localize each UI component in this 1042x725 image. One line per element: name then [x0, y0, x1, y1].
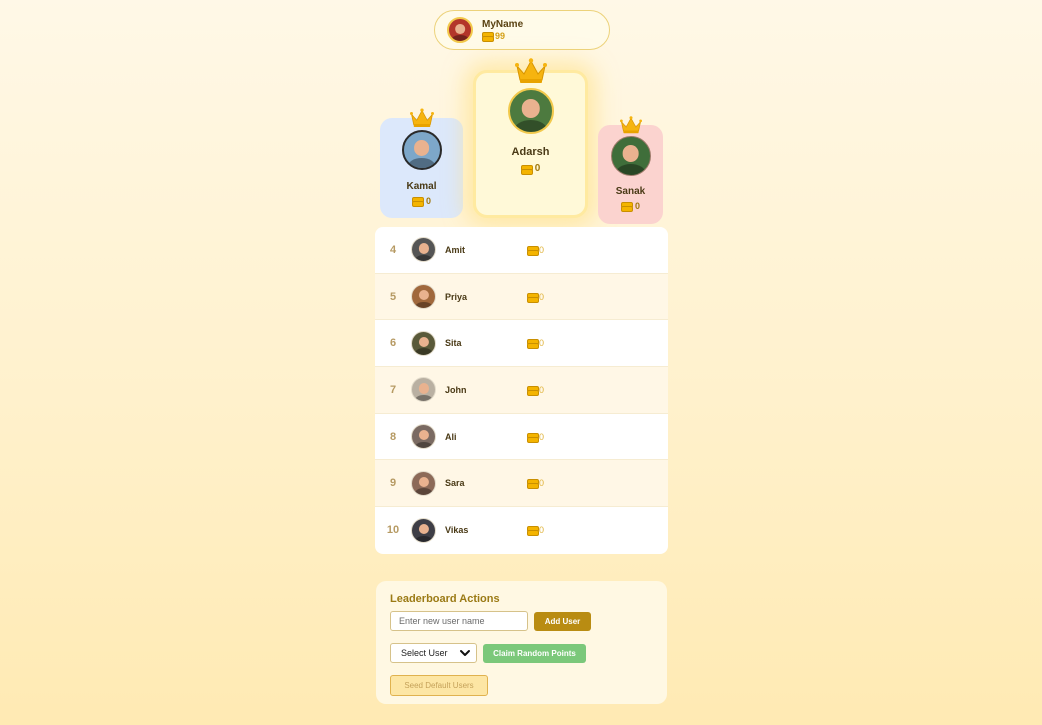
list-item: 8 Ali 0	[375, 414, 668, 461]
coin-stack-icon	[527, 432, 539, 443]
user-name: John	[445, 384, 467, 395]
leaderboard-actions-panel: Leaderboard Actions Add User Select User…	[376, 581, 667, 704]
user-points-value: 0	[539, 525, 545, 536]
select-user-dropdown[interactable]: Select User	[390, 643, 477, 663]
seed-default-users-button[interactable]: Seed Default Users	[390, 675, 488, 696]
user-points-value: 0	[539, 291, 545, 302]
user-avatar	[411, 330, 436, 356]
coin-stack-icon	[527, 292, 539, 303]
rank-number: 5	[389, 290, 397, 303]
coin-stack-icon	[482, 32, 494, 42]
user-avatar	[411, 237, 436, 263]
rank-number: 8	[389, 430, 397, 443]
podium-first-place: Adarsh 0	[473, 70, 588, 218]
coin-stack-icon	[527, 526, 539, 537]
podium-third-points-value: 0	[634, 201, 640, 211]
podium-third-name: Sanak	[615, 186, 646, 197]
user-points: 0	[527, 244, 545, 256]
rank-number: 6	[389, 337, 397, 350]
rank-number: 4	[389, 243, 397, 256]
user-points-value: 0	[539, 431, 545, 442]
crown-icon	[515, 58, 547, 84]
podium-second-points: 0	[380, 196, 463, 207]
new-user-input[interactable]	[390, 611, 528, 631]
podium-first-points-value: 0	[534, 163, 541, 174]
user-avatar	[411, 284, 436, 310]
crown-icon	[410, 108, 434, 128]
profile-pill[interactable]: MyName 99	[434, 10, 610, 50]
user-points-value: 0	[539, 338, 545, 349]
coin-stack-icon	[411, 197, 424, 207]
profile-name: MyName	[482, 18, 524, 30]
crown-icon	[620, 116, 642, 134]
list-item: 4 Amit 0	[375, 227, 668, 274]
user-name: Vikas	[445, 525, 469, 536]
select-user-value: Select User	[401, 648, 448, 658]
user-points: 0	[527, 384, 545, 396]
rank-number: 9	[389, 477, 397, 490]
coin-stack-icon	[620, 202, 633, 212]
podium-third-points: 0	[598, 201, 663, 212]
coin-stack-icon	[520, 164, 533, 175]
user-points-value: 0	[539, 384, 545, 395]
podium-third-place: Sanak 0	[598, 125, 663, 224]
profile-points: 99	[482, 30, 523, 42]
podium-second-name: Kamal	[406, 181, 437, 192]
user-avatar	[411, 470, 436, 496]
user-name: Sita	[445, 338, 462, 349]
podium-first-points: 0	[476, 163, 585, 175]
coin-stack-icon	[527, 339, 539, 350]
podium-first-avatar	[507, 88, 554, 134]
user-points: 0	[527, 338, 545, 350]
list-item: 7 John 0	[375, 367, 668, 414]
user-avatar	[411, 377, 436, 403]
rank-number: 7	[389, 383, 397, 396]
list-item: 5 Priya 0	[375, 273, 668, 321]
ranking-list: 4 Amit 0 5 Priya 0 6 Sita 0 7 John 0 8 A…	[375, 227, 668, 554]
list-item: 10 Vikas 0	[375, 507, 668, 554]
chevron-down-icon	[460, 650, 470, 656]
claim-random-points-button[interactable]: Claim Random Points	[483, 643, 586, 663]
my-avatar	[447, 17, 473, 43]
user-avatar	[411, 517, 436, 543]
podium-third-avatar	[610, 136, 651, 176]
coin-stack-icon	[527, 385, 539, 396]
user-points: 0	[527, 478, 545, 490]
user-points: 0	[527, 525, 545, 537]
podium-second-points-value: 0	[425, 196, 431, 206]
user-name: Amit	[445, 244, 465, 255]
user-name: Ali	[445, 431, 457, 442]
user-points: 0	[527, 431, 545, 443]
coin-stack-icon	[527, 479, 539, 490]
add-user-row: Add User	[390, 611, 653, 631]
user-avatar	[411, 424, 436, 450]
user-points-value: 0	[539, 244, 545, 255]
list-item: 9 Sara 0	[375, 460, 668, 508]
list-item: 6 Sita 0	[375, 320, 668, 368]
rank-number: 10	[386, 524, 400, 537]
podium-first-name: Adarsh	[511, 146, 550, 158]
claim-row: Select User Claim Random Points	[390, 643, 653, 663]
user-name: Priya	[445, 291, 468, 302]
user-points: 0	[527, 291, 545, 303]
profile-info: MyName 99	[482, 18, 524, 42]
actions-title: Leaderboard Actions	[390, 593, 500, 605]
podium-second-avatar	[401, 130, 442, 170]
profile-points-value: 99	[495, 30, 506, 41]
coin-stack-icon	[527, 245, 539, 256]
add-user-button[interactable]: Add User	[534, 611, 591, 631]
podium-second-place: Kamal 0	[380, 118, 463, 218]
user-name: Sara	[445, 478, 465, 489]
user-points-value: 0	[539, 478, 545, 489]
